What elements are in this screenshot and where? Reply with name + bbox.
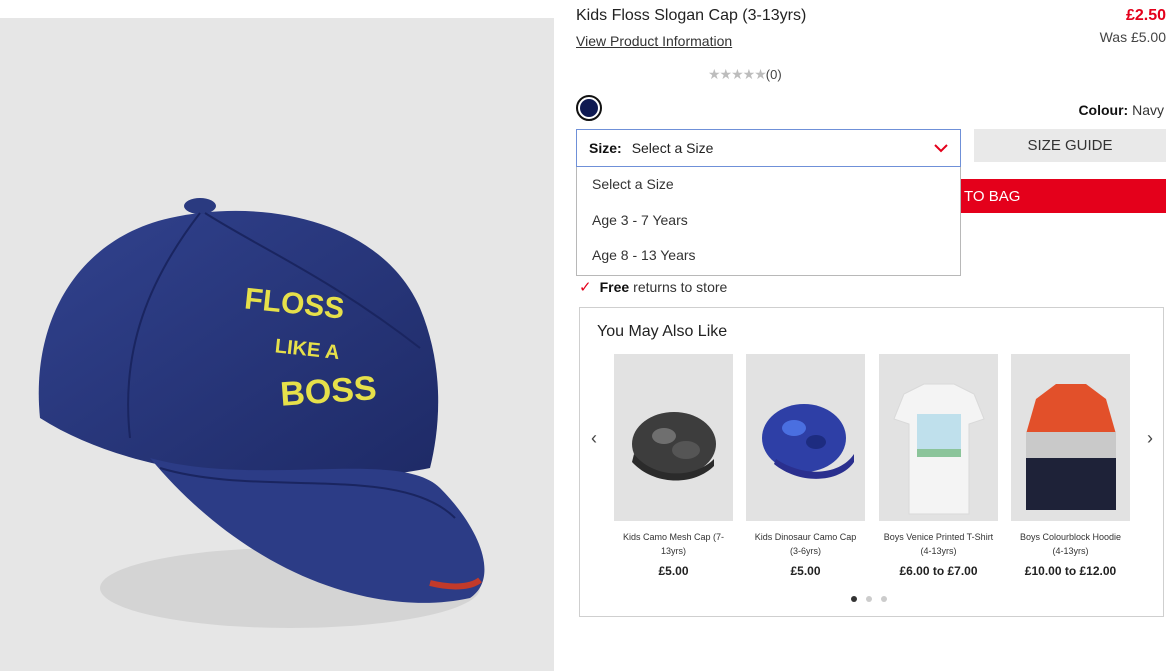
product-title: Kids Floss Slogan Cap (3-13yrs) <box>576 7 807 24</box>
view-product-information-link[interactable]: View Product Information <box>576 33 732 49</box>
star-icon: ★★★★★ <box>708 66 767 82</box>
checkmark-icon: ✓ <box>579 279 592 296</box>
size-option[interactable]: Age 3 - 7 Years <box>577 203 960 239</box>
product-card[interactable]: Kids Camo Mesh Cap (7-13yrs) £5.00 <box>614 354 733 578</box>
size-selected-value: Select a Size <box>631 140 714 156</box>
product-rating[interactable]: ★★★★★ (0) <box>708 66 782 83</box>
chevron-down-icon <box>934 144 948 153</box>
product-card-price: £5.00 <box>790 564 821 578</box>
size-option[interactable]: Age 8 - 13 Years <box>577 238 960 274</box>
product-card-price: £6.00 to £7.00 <box>899 564 978 578</box>
was-price: Was £5.00 <box>1099 29 1166 45</box>
rating-count: (0) <box>765 67 782 82</box>
returns-bold: Free <box>599 279 630 295</box>
size-option[interactable]: Select a Size <box>577 167 960 203</box>
carousel-heading: You May Also Like <box>597 323 728 340</box>
size-dropdown-menu: Select a Size Age 3 - 7 Years Age 8 - 13… <box>576 167 961 276</box>
you-may-also-like-carousel: You May Also Like ‹ › Kids Camo Mesh Cap… <box>579 307 1164 617</box>
carousel-dot[interactable] <box>851 596 857 602</box>
carousel-dot[interactable] <box>881 596 887 602</box>
product-card-name: Boys Venice Printed T-Shirt (4-13yrs) <box>883 532 994 556</box>
cap-slogan-line-3: BOSS <box>279 369 378 414</box>
product-image: FLOSS LIKE A BOSS <box>0 18 554 671</box>
product-card-image <box>1011 354 1130 521</box>
size-select[interactable]: Size: Select a Size <box>576 129 961 167</box>
carousel-dot[interactable] <box>866 596 872 602</box>
colour-value: Navy <box>1132 102 1164 118</box>
colour-display: Colour: Navy <box>1078 102 1164 118</box>
current-price: £2.50 <box>1125 7 1166 24</box>
product-card-image <box>879 354 998 521</box>
colour-swatch-navy[interactable] <box>576 95 602 121</box>
colour-label: Colour: <box>1078 102 1129 118</box>
free-returns-info: ✓ Free returns to store <box>579 278 727 296</box>
product-card[interactable]: Boys Colourblock Hoodie (4-13yrs) £10.00… <box>1011 354 1130 578</box>
product-card[interactable]: Kids Dinosaur Camo Cap (3-6yrs) £5.00 <box>746 354 865 578</box>
swatch-dot <box>580 99 598 117</box>
product-card-name: Boys Colourblock Hoodie (4-13yrs) <box>1019 532 1122 556</box>
returns-text: returns to store <box>633 279 728 295</box>
product-card-name: Kids Dinosaur Camo Cap (3-6yrs) <box>754 532 857 556</box>
product-card-price: £5.00 <box>658 564 689 578</box>
chevron-right-icon[interactable]: › <box>1147 428 1153 449</box>
size-guide-button[interactable]: SIZE GUIDE <box>974 129 1166 162</box>
product-card-image <box>614 354 733 521</box>
product-card-image <box>746 354 865 521</box>
product-card[interactable]: Boys Venice Printed T-Shirt (4-13yrs) £6… <box>879 354 998 578</box>
size-label: Size: <box>589 140 622 156</box>
product-card-price: £10.00 to £12.00 <box>1024 564 1117 578</box>
chevron-left-icon[interactable]: ‹ <box>591 428 597 449</box>
product-card-name: Kids Camo Mesh Cap (7-13yrs) <box>622 532 725 556</box>
carousel-pagination <box>851 596 887 602</box>
